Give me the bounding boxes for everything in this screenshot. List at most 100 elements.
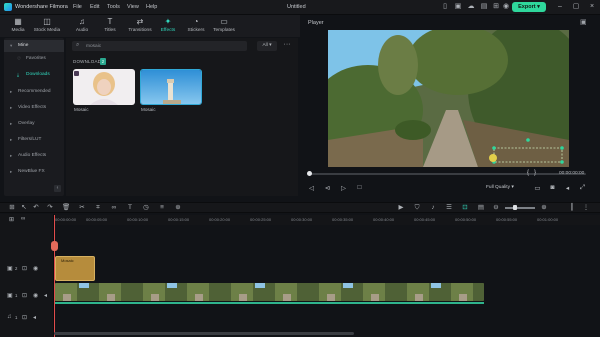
adjust-icon[interactable]: ≡ <box>158 203 166 212</box>
maximize-icon[interactable]: ▢ <box>572 3 580 11</box>
redo-icon[interactable]: ↷ <box>46 203 54 212</box>
zoom-slider-handle[interactable] <box>513 205 517 210</box>
seek-handle[interactable] <box>307 171 312 176</box>
text-icon[interactable]: T <box>126 203 134 212</box>
tab-transitions[interactable]: ⇄ Transitions <box>126 17 154 36</box>
phone-icon[interactable]: ▯ <box>441 3 449 11</box>
play-icon[interactable]: ▷ <box>339 184 348 192</box>
mark-in-out-icon[interactable]: { } <box>527 170 536 176</box>
tab-templates[interactable]: ▭ Templates <box>210 17 238 36</box>
save-icon[interactable]: ▤ <box>480 3 488 11</box>
effect-thumbnail-mosaic-2[interactable] <box>140 69 202 105</box>
step-back-icon[interactable]: ⊲ <box>323 184 332 192</box>
tab-effects[interactable]: ✦ Effects <box>154 17 182 36</box>
ruler-tick-label: 00:01:00:00 <box>537 217 559 222</box>
undo-icon[interactable]: ↶ <box>32 203 40 212</box>
sidebar-item-filters-lut[interactable]: ▸ Filters/LUT <box>4 134 64 146</box>
ruler-tick-label: 00:00:25:00 <box>250 217 272 222</box>
titles-icon: T <box>107 17 113 26</box>
close-icon[interactable]: × <box>588 3 596 11</box>
tab-stock-media[interactable]: ◫ Stock Media <box>33 17 61 36</box>
menu-help[interactable]: Help <box>146 4 157 10</box>
snapshot-icon[interactable]: ▣ <box>580 18 587 26</box>
sidebar-item-favorites[interactable]: ♡ Favorites <box>4 53 64 65</box>
crop-icon[interactable]: ⌗ <box>94 203 102 212</box>
lighthouse-thumbnail-image <box>141 70 201 104</box>
effect-thumbnail-mosaic-1[interactable] <box>73 69 135 105</box>
stop-icon[interactable]: □ <box>355 184 364 191</box>
previous-frame-icon[interactable]: ◁ <box>307 184 316 192</box>
sidebar-item-mine[interactable]: ▾ Mine <box>4 40 64 52</box>
render-icon[interactable]: ▶ <box>397 203 405 212</box>
shield-icon[interactable]: ⛉ <box>413 203 421 212</box>
captions-icon[interactable]: ▤ <box>477 203 485 212</box>
eye-icon[interactable]: ◉ <box>33 292 38 299</box>
microphone-icon[interactable]: ♪ <box>429 203 437 212</box>
cloud-icon[interactable]: ☁ <box>467 3 475 11</box>
filter-dropdown[interactable]: All ▾ <box>257 41 277 51</box>
avatar-icon[interactable]: ◉ <box>502 3 510 11</box>
tab-titles[interactable]: T Titles <box>96 17 124 36</box>
fullscreen-icon[interactable]: ⤢ <box>578 184 587 192</box>
playback-seek-bar[interactable] <box>310 173 586 175</box>
link-tracks-icon[interactable]: ∞ <box>21 216 25 222</box>
delete-icon[interactable]: 🗑 <box>62 203 70 212</box>
cut-icon[interactable]: ✂ <box>78 203 86 212</box>
video-preview[interactable] <box>328 30 569 167</box>
zoom-slider-track[interactable] <box>505 207 535 209</box>
playhead[interactable] <box>54 215 55 337</box>
chevron-down-icon: ▾ <box>537 4 540 10</box>
effects-browser: ⌕ mosaic All ▾ ··· DOWNLOADS 2 Mosaic Mo… <box>66 38 298 196</box>
gift-icon[interactable]: ▣ <box>454 3 462 11</box>
snap-icon[interactable]: ⊡ <box>461 203 469 212</box>
pointer-icon[interactable]: ↖ <box>20 203 28 212</box>
timeline-settings-icon[interactable]: ⋮ <box>582 203 590 212</box>
track-number: 2 <box>15 266 18 271</box>
sidebar-item-audio-effects[interactable]: ▸ Audio Effects <box>4 150 64 162</box>
volume-icon[interactable]: ◂ <box>563 184 572 192</box>
speaker-icon[interactable]: ◂ <box>44 292 47 299</box>
speaker-icon[interactable]: ◂ <box>33 314 36 321</box>
zoom-out-icon[interactable]: ⊖ <box>492 203 500 212</box>
menu-file[interactable]: File <box>73 4 82 10</box>
video-clip[interactable] <box>55 283 484 301</box>
list-icon[interactable]: ☰ <box>445 203 453 212</box>
more-tools-icon[interactable]: ⊕ <box>174 203 182 212</box>
menu-view[interactable]: View <box>127 4 139 10</box>
sidebar-item-video-effects[interactable]: ▸ Video Effects <box>4 102 64 114</box>
garden-path-frame-image <box>328 30 569 167</box>
speed-icon[interactable]: ◷ <box>142 203 150 212</box>
ruler-tick-label: 00:00:05:00 <box>86 217 108 222</box>
sidebar-item-recommended[interactable]: ▸ Recommended <box>4 86 64 98</box>
more-options-icon[interactable]: ··· <box>282 41 292 51</box>
tab-stickers[interactable]: ◔ Stickers <box>182 17 210 36</box>
zoom-in-icon[interactable]: ⊕ <box>540 203 548 212</box>
search-input[interactable]: ⌕ mosaic <box>72 41 247 51</box>
lock-icon[interactable]: ⊡ <box>22 314 27 321</box>
chevron-right-icon: ▸ <box>10 153 13 158</box>
link-icon[interactable]: ∞ <box>110 203 118 212</box>
tab-audio[interactable]: ♫ Audio <box>68 17 96 36</box>
minimize-icon[interactable]: – <box>556 3 564 11</box>
lock-icon[interactable]: ⊡ <box>22 265 27 272</box>
playhead-handle[interactable] <box>51 241 58 251</box>
audio-waveform[interactable] <box>55 302 484 304</box>
camera-icon[interactable]: ◙ <box>548 184 557 191</box>
grid-icon[interactable]: ⊞ <box>492 3 500 11</box>
sidebar-item-downloads[interactable]: ⤓ Downloads <box>4 69 64 81</box>
menu-edit[interactable]: Edit <box>90 4 99 10</box>
collapse-sidebar-icon[interactable]: ‹ <box>54 185 61 192</box>
layout-grid-icon[interactable]: ⊞ <box>8 203 16 212</box>
menu-tools[interactable]: Tools <box>107 4 120 10</box>
timeline-scrollbar[interactable] <box>54 332 354 335</box>
quality-dropdown[interactable]: Full Quality ▾ <box>486 185 514 190</box>
chevron-down-icon: ▾ <box>511 185 514 190</box>
export-button[interactable]: Export ▾ <box>512 2 546 12</box>
display-icon[interactable]: ▭ <box>533 184 542 192</box>
tab-media[interactable]: ▦ Media <box>4 17 32 36</box>
add-track-icon[interactable]: ⊞ <box>9 216 14 223</box>
sidebar-item-overlay[interactable]: ▸ Overlay <box>4 118 64 130</box>
lock-icon[interactable]: ⊡ <box>22 292 27 299</box>
sidebar-item-newblue-fx[interactable]: ▸ NewBlue FX <box>4 166 64 178</box>
eye-icon[interactable]: ◉ <box>33 265 38 272</box>
